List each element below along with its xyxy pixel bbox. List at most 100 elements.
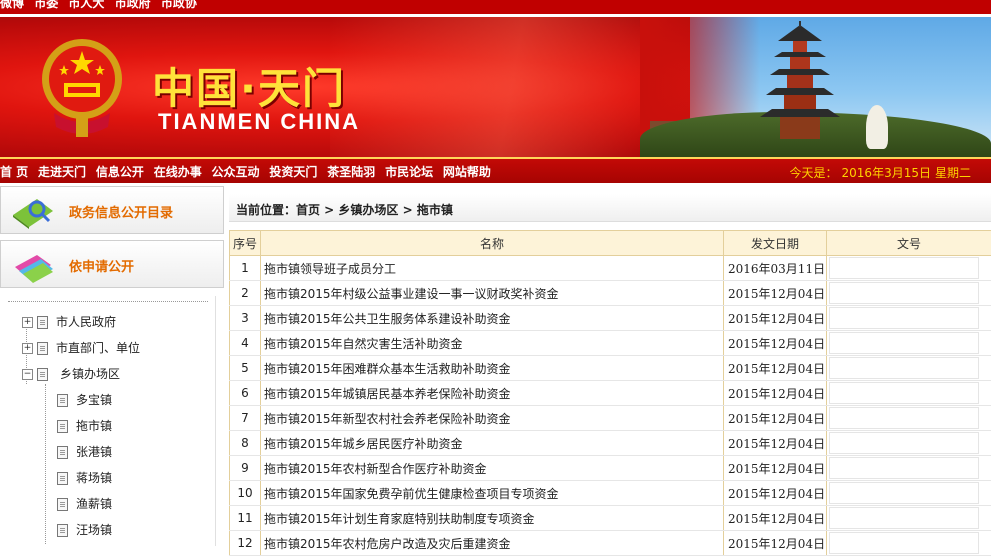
row-docno [829,382,979,404]
tree-top-divider [8,301,208,302]
document-icon [57,420,68,433]
top-link-party-committee[interactable]: 市委 [34,0,58,10]
nav-about-tianmen[interactable]: 走进天门 [38,165,86,179]
row-number: 2 [230,281,261,306]
row-date: 2015年12月04日 [724,406,827,431]
tree-leaf-label: 拖市镇 [76,419,112,433]
row-number: 3 [230,306,261,331]
document-icon [57,524,68,537]
row-docno-cell [827,356,991,381]
row-date: 2015年12月04日 [724,456,827,481]
table-row[interactable]: 10拖市镇2015年国家免费孕前优生健康检查项目专项资金2015年12月04日 [230,481,991,506]
document-title-link[interactable]: 拖市镇2015年农村危房户改造及灾后重建资金 [261,531,724,556]
document-title-link[interactable]: 拖市镇领导班子成员分工 [261,256,724,281]
column-header-date: 发文日期 [724,231,827,256]
row-docno-cell [827,431,991,456]
table-row[interactable]: 6拖市镇2015年城镇居民基本养老保险补助资金2015年12月04日 [230,381,991,406]
breadcrumb-text: 当前位置：首页 > 乡镇办场区 > 拖市镇 [236,201,453,218]
tree-leaf-tuoshi[interactable]: 拖市镇 [57,417,112,434]
table-row[interactable]: 2拖市镇2015年村级公益事业建设一事一议财政奖补资金2015年12月04日 [230,281,991,306]
table-row[interactable]: 11拖市镇2015年计划生育家庭特别扶助制度专项资金2015年12月04日 [230,506,991,531]
nav-public-interaction[interactable]: 公众互动 [212,165,260,179]
nav-invest[interactable]: 投资天门 [269,165,317,179]
row-number: 6 [230,381,261,406]
nav-online-services[interactable]: 在线办事 [154,165,202,179]
row-date: 2015年12月04日 [724,306,827,331]
tree-leaf-yuxin[interactable]: 渔薪镇 [57,495,112,512]
row-date: 2015年12月04日 [724,431,827,456]
top-link-cppcc[interactable]: 市政协 [161,0,197,10]
table-row[interactable]: 1拖市镇领导班子成员分工2016年03月11日 [230,256,991,281]
row-date: 2015年12月04日 [724,331,827,356]
pagoda-tower-image [750,21,850,139]
document-title-link[interactable]: 拖市镇2015年新型农村社会养老保险补助资金 [261,406,724,431]
document-title-link[interactable]: 拖市镇2015年国家免费孕前优生健康检查项目专项资金 [261,481,724,506]
document-icon [57,498,68,511]
tree-leaf-wangchang[interactable]: 汪场镇 [57,521,112,538]
apply-disclosure-button[interactable]: 依申请公开 [0,240,224,288]
sidebar: 政务信息公开目录 依申请公开 +市人民政府 + 市直部门、单位 −乡镇办场区 多宝… [0,186,226,546]
document-title-link[interactable]: 拖市镇2015年城镇居民基本养老保险补助资金 [261,381,724,406]
row-docno [829,457,979,479]
table-row[interactable]: 5拖市镇2015年困难群众基本生活救助补助资金2015年12月04日 [230,356,991,381]
row-docno-cell [827,481,991,506]
column-header-docno: 文号 [827,231,991,256]
column-header-number: 序号 [230,231,261,256]
tree-node-city-government[interactable]: +市人民政府 [22,313,116,330]
document-table: 序号 名称 发文日期 文号 1拖市镇领导班子成员分工2016年03月11日2拖市… [229,230,991,556]
row-docno [829,282,979,304]
table-row[interactable]: 4拖市镇2015年自然灾害生活补助资金2015年12月04日 [230,331,991,356]
document-icon [37,316,48,329]
document-title-link[interactable]: 拖市镇2015年村级公益事业建设一事一议财政奖补资金 [261,281,724,306]
document-title-link[interactable]: 拖市镇2015年自然灾害生活补助资金 [261,331,724,356]
tree-leaf-zhanggang[interactable]: 张港镇 [57,443,112,460]
tree-node-townships[interactable]: −乡镇办场区 [22,365,120,382]
row-number: 5 [230,356,261,381]
row-docno-cell [827,456,991,481]
document-title-link[interactable]: 拖市镇2015年计划生育家庭特别扶助制度专项资金 [261,506,724,531]
top-link-peoples-congress[interactable]: 市人大 [68,0,104,10]
row-docno [829,307,979,329]
row-date: 2015年12月04日 [724,481,827,506]
nav-citizen-forum[interactable]: 市民论坛 [385,165,433,179]
tree-leaf-label: 蒋场镇 [76,471,112,485]
document-title-link[interactable]: 拖市镇2015年城乡居民医疗补助资金 [261,431,724,456]
collapse-icon[interactable]: − [22,369,33,380]
main-nav-bar: 首 页 走进天门 信息公开 在线办事 公众互动 投资天门 茶圣陆羽 市民论坛 网… [0,157,991,183]
tree-leaf-duobao[interactable]: 多宝镇 [57,391,112,408]
row-docno [829,432,979,454]
tree-node-label: 市直部门、单位 [56,341,140,355]
document-title-link[interactable]: 拖市镇2015年农村新型合作医疗补助资金 [261,456,724,481]
row-docno-cell [827,531,991,556]
document-icon [57,394,68,407]
gov-info-catalog-button[interactable]: 政务信息公开目录 [0,186,224,234]
table-row[interactable]: 12拖市镇2015年农村危房户改造及灾后重建资金2015年12月04日 [230,531,991,556]
row-docno [829,332,979,354]
document-icon [57,472,68,485]
top-link-weibo[interactable]: 微博 [0,0,24,10]
site-title-chinese: 中国·天门 [152,55,346,116]
expand-icon[interactable]: + [22,343,33,354]
table-row[interactable]: 9拖市镇2015年农村新型合作医疗补助资金2015年12月04日 [230,456,991,481]
table-row[interactable]: 3拖市镇2015年公共卫生服务体系建设补助资金2015年12月04日 [230,306,991,331]
row-docno [829,407,979,429]
row-docno [829,532,979,554]
column-header-title: 名称 [261,231,724,256]
tree-leaf-jiangchang[interactable]: 蒋场镇 [57,469,112,486]
nav-info-disclosure[interactable]: 信息公开 [96,165,144,179]
document-title-link[interactable]: 拖市镇2015年公共卫生服务体系建设补助资金 [261,306,724,331]
tree-node-city-departments[interactable]: + 市直部门、单位 [22,339,140,356]
row-docno [829,357,979,379]
category-tree: +市人民政府 + 市直部门、单位 −乡镇办场区 多宝镇 拖市镇 张港镇 蒋场镇 渔… [0,296,216,546]
row-date: 2015年12月04日 [724,381,827,406]
nav-home[interactable]: 首 页 [0,165,28,179]
row-number: 11 [230,506,261,531]
nav-lu-yu[interactable]: 茶圣陆羽 [327,165,375,179]
table-row[interactable]: 8拖市镇2015年城乡居民医疗补助资金2015年12月04日 [230,431,991,456]
document-title-link[interactable]: 拖市镇2015年困难群众基本生活救助补助资金 [261,356,724,381]
expand-icon[interactable]: + [22,317,33,328]
row-docno-cell [827,406,991,431]
nav-help[interactable]: 网站帮助 [443,165,491,179]
table-row[interactable]: 7拖市镇2015年新型农村社会养老保险补助资金2015年12月04日 [230,406,991,431]
top-link-government[interactable]: 市政府 [115,0,151,10]
